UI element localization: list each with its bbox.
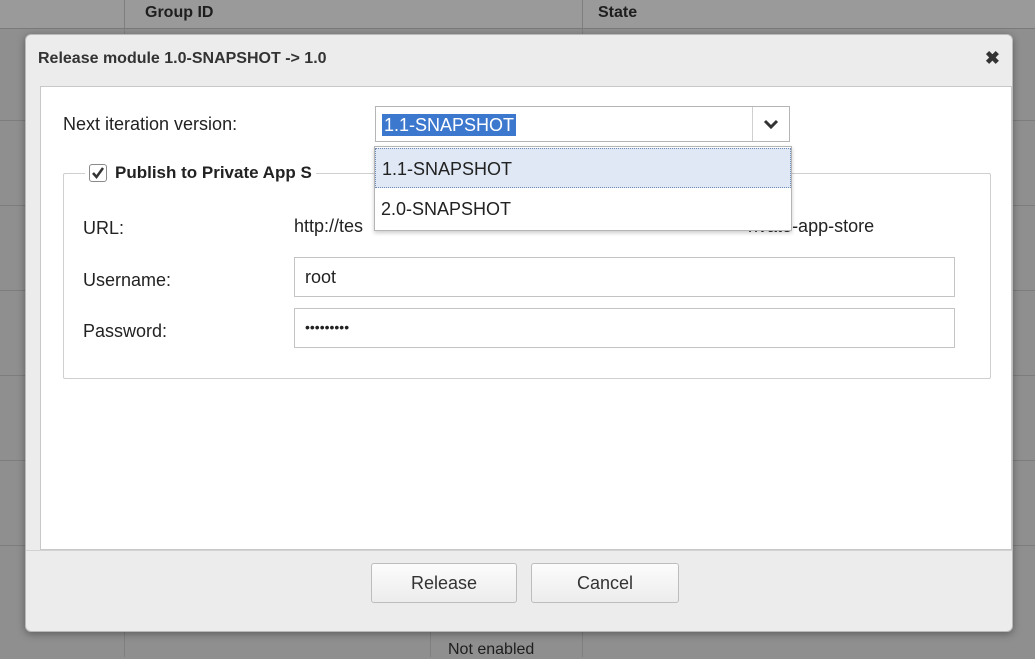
version-dropdown-list: 1.1-SNAPSHOT 2.0-SNAPSHOT (374, 146, 792, 231)
chevron-down-icon[interactable] (752, 107, 789, 141)
password-field[interactable]: ••••••••• (294, 308, 955, 348)
release-button[interactable]: Release (371, 563, 517, 603)
username-field[interactable]: root (294, 257, 955, 297)
close-icon[interactable]: ✖ (985, 49, 1000, 67)
column-header-state: State (598, 4, 638, 21)
dialog-footer: Release Cancel (26, 550, 1012, 632)
next-iteration-label: Next iteration version: (63, 114, 238, 134)
username-label: Username: (83, 270, 172, 290)
cancel-button[interactable]: Cancel (531, 563, 679, 603)
column-separator (430, 630, 431, 657)
release-module-dialog: Release module 1.0-SNAPSHOT -> 1.0 ✖ Nex… (25, 34, 1013, 632)
next-iteration-version-select[interactable]: 1.1-SNAPSHOT (375, 106, 790, 142)
dropdown-option-1-1-snapshot[interactable]: 1.1-SNAPSHOT (375, 148, 791, 188)
dropdown-option-2-0-snapshot[interactable]: 2.0-SNAPSHOT (375, 189, 791, 229)
dialog-titlebar[interactable]: Release module 1.0-SNAPSHOT -> 1.0 ✖ (26, 35, 1012, 85)
dialog-title: Release module 1.0-SNAPSHOT -> 1.0 (38, 50, 327, 67)
column-header-group-id: Group ID (145, 4, 214, 21)
dialog-content: Next iteration version: 1.1-SNAPSHOT Pub… (40, 86, 1012, 550)
publish-label: Publish to Private App S (115, 163, 312, 182)
url-label: URL: (83, 218, 125, 238)
publish-checkbox[interactable] (89, 164, 107, 182)
publish-legend[interactable]: Publish to Private App S (85, 161, 316, 185)
password-label: Password: (83, 321, 168, 341)
checkmark-icon (92, 167, 105, 180)
url-value-start: http://tes (294, 216, 364, 236)
state-cell-text: Not enabled (448, 641, 535, 658)
selected-version-value: 1.1-SNAPSHOT (382, 114, 517, 136)
